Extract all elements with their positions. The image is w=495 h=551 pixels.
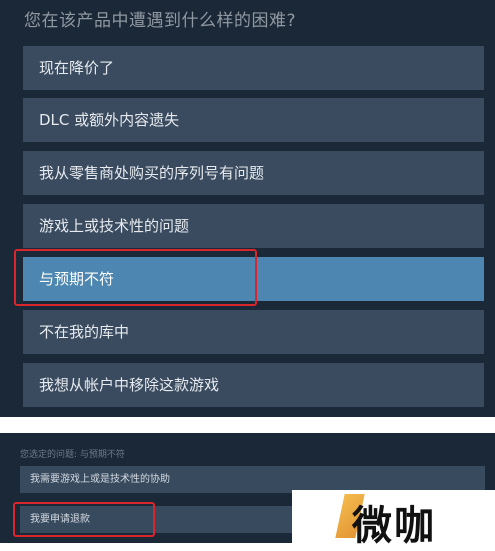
option-retail-key-problem[interactable]: 我从零售商处购买的序列号有问题 xyxy=(23,151,484,195)
option-not-in-library[interactable]: 不在我的库中 xyxy=(23,310,484,354)
option-need-technical-help[interactable]: 我需要游戏上或是技术性的协助 xyxy=(20,466,485,493)
option-not-as-expected[interactable]: 与预期不符 xyxy=(23,257,484,301)
option-technical-issue[interactable]: 游戏上或技术性的问题 xyxy=(23,204,484,248)
option-dlc-missing[interactable]: DLC 或额外内容遗失 xyxy=(23,98,484,142)
option-price-dropped[interactable]: 现在降价了 xyxy=(23,46,484,90)
selected-issue-text: 您选定的问题: 与预期不符 xyxy=(20,450,125,460)
watermark-text: 微咖 xyxy=(352,503,436,549)
issue-question: 您在该产品中遭遇到什么样的困难? xyxy=(24,11,297,31)
option-remove-from-account[interactable]: 我想从帐户中移除这款游戏 xyxy=(23,363,484,407)
